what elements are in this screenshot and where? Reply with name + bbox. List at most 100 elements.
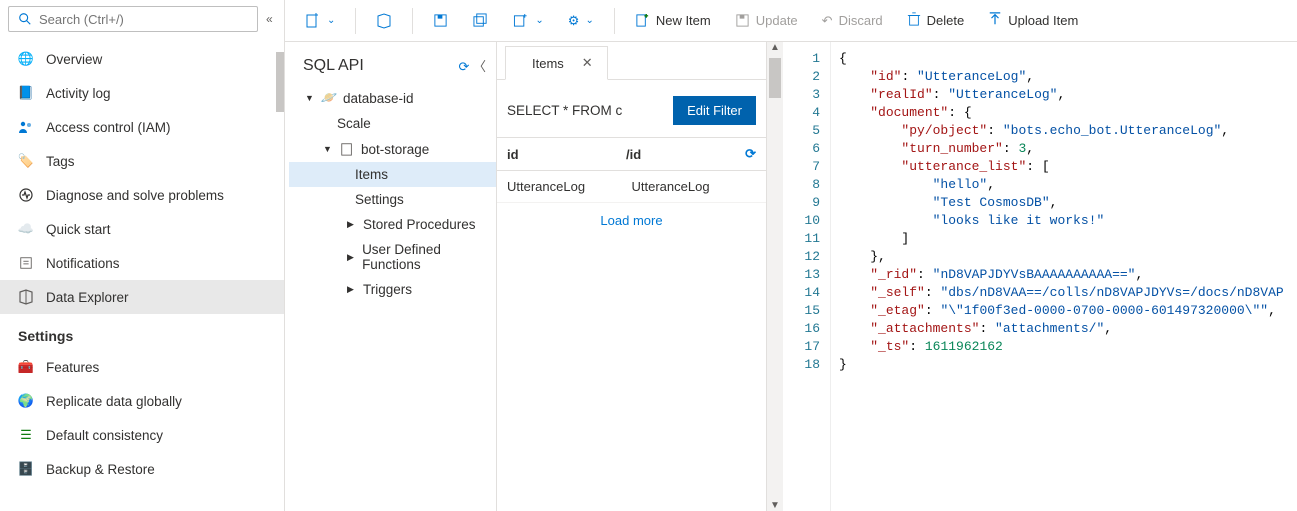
- nav-backup[interactable]: 🗄️Backup & Restore: [0, 452, 284, 486]
- tab-bar: Items ✕: [497, 42, 766, 80]
- tree-label: Items: [355, 167, 388, 182]
- gear-icon: ⚙: [568, 13, 580, 29]
- update-button[interactable]: Update: [725, 7, 808, 34]
- collapse-sidebar-button[interactable]: «: [266, 12, 280, 26]
- nav-data-explorer[interactable]: Data Explorer: [0, 280, 284, 314]
- nav-consistency[interactable]: ☰ Default consistency: [0, 418, 284, 452]
- nav-label: Notifications: [46, 256, 120, 271]
- toolbar-label: Upload Item: [1008, 13, 1078, 28]
- toolbar-label: Delete: [927, 13, 965, 28]
- tree-udfs[interactable]: User Defined Functions: [289, 237, 496, 277]
- caret-down-icon: [323, 144, 333, 155]
- rocket-icon: ☁️: [18, 221, 34, 237]
- nav-tags[interactable]: 🏷️ Tags: [0, 144, 284, 178]
- tree-label: User Defined Functions: [362, 242, 490, 272]
- nav-notifications[interactable]: Notifications: [0, 246, 284, 280]
- close-tab-icon[interactable]: ✕: [582, 55, 593, 71]
- tree-label: database-id: [343, 91, 414, 106]
- database-icon: 🪐: [321, 90, 337, 106]
- refresh-grid-icon[interactable]: ⟳: [745, 146, 756, 162]
- tree-label: Scale: [337, 116, 371, 131]
- nav-label: Backup & Restore: [46, 462, 155, 477]
- discard-button[interactable]: ↶ Discard: [812, 7, 893, 35]
- nav-label: Activity log: [46, 86, 111, 101]
- nav-quick-start[interactable]: ☁️ Quick start: [0, 212, 284, 246]
- tree-label: Triggers: [363, 282, 412, 297]
- new-sql-query-button[interactable]: ⌄: [295, 7, 345, 35]
- filter-query: SELECT * FROM c: [507, 103, 622, 118]
- new-item-button[interactable]: New Item: [625, 7, 721, 34]
- nav-features[interactable]: 🧰Features: [0, 350, 284, 384]
- nav-label: Access control (IAM): [46, 120, 171, 135]
- save-icon-button[interactable]: [423, 7, 458, 34]
- upload-icon: [988, 12, 1002, 29]
- consistency-icon: ☰: [18, 427, 34, 443]
- tab-label: Items: [532, 56, 564, 71]
- features-icon: 🧰: [18, 359, 34, 375]
- tree-label: Stored Procedures: [363, 217, 476, 232]
- grid-col-partition: /id: [626, 147, 737, 162]
- sidebar-scrollbar[interactable]: [276, 44, 284, 511]
- search-icon: [17, 11, 33, 27]
- nav-replicate[interactable]: 🌍 Replicate data globally: [0, 384, 284, 418]
- nav-overview[interactable]: 🌐Overview: [0, 42, 284, 76]
- nav-label: Default consistency: [46, 428, 163, 443]
- tree-database[interactable]: 🪐 database-id: [289, 85, 496, 111]
- load-more-link[interactable]: Load more: [497, 203, 766, 238]
- tree-settings[interactable]: Settings: [289, 187, 496, 212]
- nav-label: Replicate data globally: [46, 394, 182, 409]
- edit-filter-button[interactable]: Edit Filter: [673, 96, 756, 125]
- nav-list: 🌐Overview 📘 Activity log Access control (…: [0, 38, 284, 511]
- tag-icon: 🏷️: [18, 153, 34, 169]
- tree-sprocs[interactable]: Stored Procedures: [289, 212, 496, 237]
- nav-activity-log[interactable]: 📘 Activity log: [0, 76, 284, 110]
- left-sidebar: « 🌐Overview 📘 Activity log Access control…: [0, 0, 285, 511]
- toolbar-label: Update: [756, 13, 798, 28]
- code-content[interactable]: { "id": "UtteranceLog", "realId": "Utter…: [831, 42, 1297, 511]
- nav-label: Quick start: [46, 222, 111, 237]
- nav-diagnose[interactable]: Diagnose and solve problems: [0, 178, 284, 212]
- resource-tree: SQL API ⟳ 〈 🪐 database-id Scale bot-stora…: [285, 42, 497, 511]
- toolbar-label: New Item: [656, 13, 711, 28]
- data-explorer-icon: [18, 289, 34, 305]
- settings-header: Settings: [0, 314, 284, 350]
- tab-items[interactable]: Items ✕: [505, 46, 608, 80]
- open-query-button[interactable]: [366, 7, 402, 35]
- nav-label: Data Explorer: [46, 290, 129, 305]
- items-panel: Items ✕ SELECT * FROM c Edit Filter id /…: [497, 42, 767, 511]
- log-icon: 📘: [18, 85, 34, 101]
- refresh-icon[interactable]: ⟳: [458, 59, 469, 74]
- tree-triggers[interactable]: Triggers: [289, 277, 496, 302]
- tree-scale[interactable]: Scale: [289, 111, 496, 136]
- settings-gear-button[interactable]: ⚙⌄: [558, 7, 604, 35]
- upload-item-button[interactable]: Upload Item: [978, 6, 1088, 35]
- people-icon: [18, 119, 34, 135]
- delete-button[interactable]: Delete: [897, 6, 975, 35]
- cell-partition: UtteranceLog: [632, 179, 757, 194]
- caret-right-icon: [347, 284, 357, 295]
- main-area: ⌄ ⌄ ⚙⌄ New Item Update ↶ Discard Delete U…: [285, 0, 1297, 511]
- nav-label: Tags: [46, 154, 75, 169]
- document-editor[interactable]: 123456789101112131415161718 { "id": "Utt…: [783, 42, 1297, 511]
- search-input[interactable]: [39, 12, 249, 27]
- line-gutter: 123456789101112131415161718: [783, 42, 831, 511]
- items-scrollbar[interactable]: ▲▼: [767, 42, 783, 511]
- toolbar-label: Discard: [839, 13, 883, 28]
- new-container-icon-button[interactable]: ⌄: [503, 7, 553, 34]
- undo-icon: ↶: [822, 13, 833, 29]
- cell-id: UtteranceLog: [507, 179, 632, 194]
- replicate-icon: 🌍: [18, 393, 34, 409]
- toolbar: ⌄ ⌄ ⚙⌄ New Item Update ↶ Discard Delete U…: [285, 0, 1297, 42]
- tree-items[interactable]: Items: [289, 162, 496, 187]
- tree-title: SQL API: [303, 57, 364, 75]
- nav-label: Overview: [46, 52, 102, 67]
- grid-row[interactable]: UtteranceLog UtteranceLog: [497, 171, 766, 203]
- diagnose-icon: [18, 187, 34, 203]
- search-bar[interactable]: [8, 6, 258, 32]
- nav-access-control[interactable]: Access control (IAM): [0, 110, 284, 144]
- tree-actions: ⟳ 〈: [458, 56, 486, 75]
- collapse-tree-icon[interactable]: 〈: [473, 59, 486, 74]
- tree-container[interactable]: bot-storage: [289, 136, 496, 162]
- bell-icon: [18, 255, 34, 271]
- save-all-icon-button[interactable]: [462, 7, 499, 34]
